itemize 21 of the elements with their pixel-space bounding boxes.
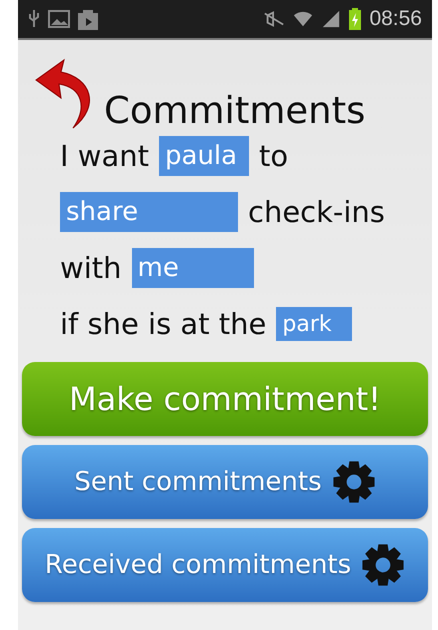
sentence-text: to bbox=[259, 139, 288, 173]
sentence-text: with bbox=[60, 251, 122, 285]
sentence-text: I want bbox=[60, 139, 150, 173]
input-field[interactable]: paula bbox=[159, 136, 250, 176]
sentence-text: if she is at the bbox=[60, 307, 266, 341]
commitments-button[interactable]: Received commitments bbox=[22, 528, 428, 602]
battery-icon bbox=[349, 8, 362, 30]
signal-icon bbox=[321, 8, 342, 30]
page-title: Commitments bbox=[104, 89, 366, 132]
gear-icon bbox=[361, 543, 406, 587]
sentence-text: check-ins bbox=[248, 195, 385, 229]
shopping-bag-icon bbox=[78, 8, 98, 30]
gear-icon bbox=[332, 460, 376, 504]
usb-icon bbox=[28, 8, 40, 30]
make-commitment-button[interactable]: Make commitment! bbox=[22, 362, 428, 436]
image-icon bbox=[48, 8, 70, 30]
input-field[interactable]: me bbox=[132, 248, 254, 288]
input-field[interactable]: share bbox=[60, 192, 238, 232]
commitments-button[interactable]: Sent commitments bbox=[22, 445, 428, 519]
input-field[interactable]: park bbox=[276, 307, 352, 341]
clock: 08:56 bbox=[369, 7, 422, 31]
